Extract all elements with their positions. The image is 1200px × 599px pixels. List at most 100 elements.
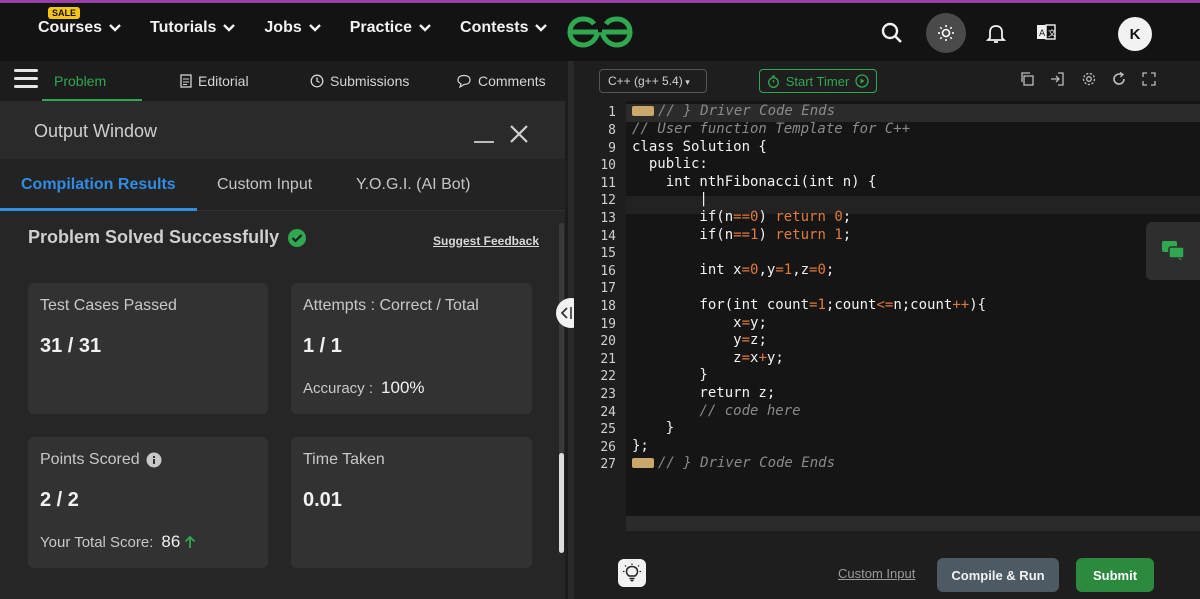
bell-icon[interactable] bbox=[976, 13, 1016, 53]
output-header: Output Window bbox=[0, 101, 565, 159]
output-scrollbar[interactable] bbox=[559, 223, 564, 553]
left-pane: Problem Editorial Submissions Comments O… bbox=[0, 61, 568, 599]
compile-run-button[interactable]: Compile & Run bbox=[937, 558, 1059, 592]
fullscreen-icon[interactable] bbox=[1141, 71, 1157, 87]
line-number: 11 bbox=[600, 176, 616, 191]
theme-toggle-icon[interactable] bbox=[926, 13, 966, 53]
accuracy: Accuracy : 100% bbox=[303, 378, 425, 397]
line-number: 25 bbox=[600, 422, 616, 437]
scrollbar-thumb[interactable] bbox=[559, 453, 564, 553]
code-line: int nthFibonacci(int n) { bbox=[632, 174, 877, 190]
copy-icon[interactable] bbox=[1019, 71, 1035, 87]
import-icon[interactable] bbox=[1049, 71, 1065, 87]
time-value: 0.01 bbox=[303, 489, 342, 511]
tab-submissions[interactable]: Submissions bbox=[310, 73, 409, 89]
line-number: 15 bbox=[600, 246, 616, 261]
gfg-logo[interactable] bbox=[566, 15, 634, 49]
nav-label: Jobs bbox=[264, 19, 302, 36]
code-line: } bbox=[632, 420, 675, 436]
sale-badge: SALE bbox=[48, 7, 81, 19]
line-number: 9 bbox=[608, 141, 616, 156]
editor-footer: Custom Input Compile & Run Submit bbox=[574, 531, 1200, 599]
nav-contests[interactable]: Contests bbox=[460, 19, 548, 37]
tests-label: Test Cases Passed bbox=[40, 297, 177, 314]
line-number: 10 bbox=[600, 158, 616, 173]
nav-label: Practice bbox=[349, 19, 413, 36]
line-number: 20 bbox=[600, 334, 616, 349]
nav-label: Contests bbox=[460, 19, 529, 36]
nav-label: Tutorials bbox=[150, 19, 217, 36]
code-line: // } Driver Code Ends bbox=[632, 455, 835, 471]
minimize-icon[interactable] bbox=[474, 141, 494, 143]
chevron-down-icon bbox=[535, 24, 548, 32]
code-line: | bbox=[632, 191, 708, 207]
tests-value: 31 / 31 bbox=[40, 335, 102, 357]
code-line: y=z; bbox=[632, 332, 767, 348]
custom-input-link[interactable]: Custom Input bbox=[838, 566, 915, 581]
line-number: 1 bbox=[608, 105, 616, 120]
comment-icon bbox=[457, 74, 471, 88]
tab-yogi-ai-bot[interactable]: Y.O.G.I. (AI Bot) bbox=[356, 176, 470, 194]
code-line: int x=0,y=1,z=0; bbox=[632, 262, 835, 278]
translate-icon[interactable]: A文 bbox=[1026, 13, 1066, 53]
line-number: 12 bbox=[600, 193, 616, 208]
language-select[interactable]: C++ (g++ 5.4) ▾ bbox=[599, 69, 707, 93]
tests-card: Test Cases Passed 31 / 31 bbox=[28, 283, 268, 414]
nav-tutorials[interactable]: Tutorials bbox=[150, 19, 236, 37]
search-icon[interactable] bbox=[872, 13, 912, 53]
code-line: x=y; bbox=[632, 315, 767, 331]
info-icon[interactable] bbox=[146, 452, 162, 468]
time-card: Time Taken 0.01 bbox=[291, 437, 532, 568]
line-number: 18 bbox=[600, 299, 616, 314]
code-line: if(n==0) return 0; bbox=[632, 209, 852, 225]
line-number: 8 bbox=[608, 123, 616, 138]
start-timer-button[interactable]: Start Timer bbox=[759, 69, 877, 93]
stopwatch-icon bbox=[767, 75, 779, 88]
line-number: 23 bbox=[600, 387, 616, 402]
suggest-feedback-link[interactable]: Suggest Feedback bbox=[433, 234, 539, 248]
time-label: Time Taken bbox=[303, 451, 385, 468]
reset-icon[interactable] bbox=[1111, 71, 1127, 87]
tab-editorial[interactable]: Editorial bbox=[180, 73, 249, 89]
line-number: 13 bbox=[600, 211, 616, 226]
svg-text:A: A bbox=[1039, 29, 1046, 39]
gear-icon[interactable] bbox=[1081, 71, 1097, 87]
code-line: for(int count=1;count<=n;count++){ bbox=[632, 297, 987, 313]
accuracy-value: 100% bbox=[381, 378, 425, 397]
code-line: z=x+y; bbox=[632, 350, 784, 366]
code-line: if(n==1) return 1; bbox=[632, 227, 852, 243]
line-number: 22 bbox=[600, 369, 616, 384]
nav-practice[interactable]: Practice bbox=[350, 19, 432, 37]
attempts-card: Attempts : Correct / Total 1 / 1 Accurac… bbox=[291, 283, 532, 414]
nav-courses[interactable]: SALE Courses bbox=[38, 7, 122, 37]
code-line: // } Driver Code Ends bbox=[632, 103, 835, 119]
menu-icon[interactable] bbox=[14, 69, 38, 89]
editor-toolbar: C++ (g++ 5.4) ▾ Start Timer bbox=[574, 61, 1200, 101]
output-title: Output Window bbox=[34, 121, 158, 141]
code-line: // code here bbox=[699, 403, 801, 419]
nav-jobs[interactable]: Jobs bbox=[264, 19, 321, 37]
tab-problem[interactable]: Problem bbox=[54, 73, 106, 89]
tab-compilation-results[interactable]: Compilation Results bbox=[21, 176, 176, 194]
total-score-value: 86 bbox=[161, 532, 181, 551]
line-number: 14 bbox=[600, 229, 616, 244]
tab-comments[interactable]: Comments bbox=[456, 73, 546, 89]
close-icon[interactable] bbox=[508, 123, 530, 145]
code-line: class Solution { bbox=[632, 139, 767, 155]
line-number-gutter: 1 8 9 10 11 12 13 14 15 16 17 18 19 20 21 22 23 24 25 26 27 bbox=[574, 101, 626, 531]
submit-button[interactable]: Submit bbox=[1076, 558, 1154, 592]
nav-label: Courses bbox=[38, 19, 103, 36]
clock-icon bbox=[310, 74, 324, 88]
code-area[interactable]: // } Driver Code Ends // User function T… bbox=[626, 101, 1200, 534]
tab-custom-input[interactable]: Custom Input bbox=[217, 176, 312, 194]
attempts-label: Attempts : Correct / Total bbox=[303, 297, 479, 314]
play-circle-icon bbox=[855, 74, 869, 88]
arrow-up-icon bbox=[185, 535, 196, 548]
total-score: Your Total Score: 86 bbox=[40, 532, 196, 552]
avatar[interactable]: K bbox=[1118, 17, 1152, 51]
points-card: Points Scored 2 / 2 Your Total Score: 86 bbox=[28, 437, 268, 568]
chat-icon[interactable] bbox=[1146, 222, 1200, 280]
lightbulb-icon[interactable] bbox=[618, 559, 646, 587]
document-icon bbox=[180, 74, 192, 88]
line-number: 16 bbox=[600, 264, 616, 279]
